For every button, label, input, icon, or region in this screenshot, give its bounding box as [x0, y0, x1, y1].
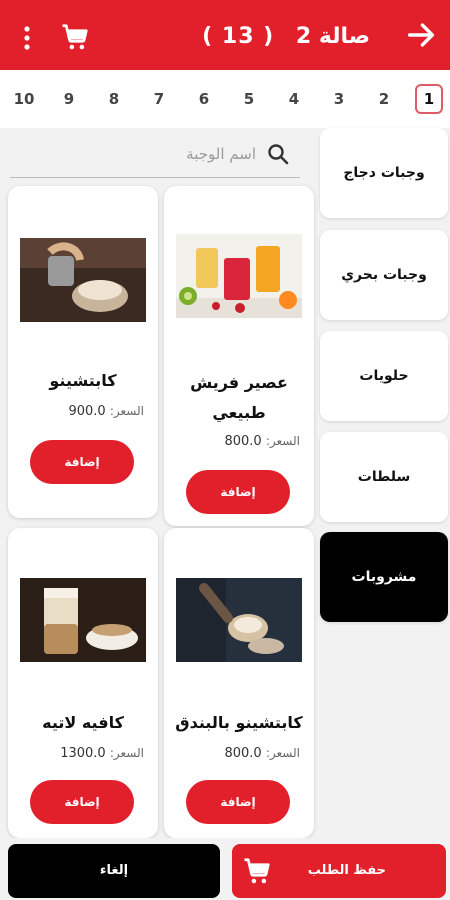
cancel-button[interactable]: إلغاء	[8, 844, 220, 898]
product-name: عصير فريش طبيعي	[190, 373, 288, 422]
product-price: السعر: 1300.0	[26, 746, 144, 761]
page-2[interactable]: 2	[370, 84, 398, 114]
page-7[interactable]: 7	[145, 84, 173, 114]
product-card[interactable]: عصير فريش طبيعي السعر: 800.0 إضافة	[164, 186, 314, 526]
arrow-right-icon[interactable]	[404, 18, 438, 52]
category-desserts[interactable]: حلويات	[320, 331, 448, 421]
product-name: كابتشينو	[49, 371, 117, 390]
page-1[interactable]: 1	[415, 84, 443, 114]
category-salads[interactable]: سلطات	[320, 432, 448, 522]
fresh-juice-image	[176, 234, 302, 318]
price-value: 800.0	[224, 746, 262, 761]
save-order-label: حفظ الطلب	[307, 863, 386, 878]
product-name: كافيه لاتيه	[42, 713, 124, 732]
price-label: السعر:	[265, 434, 300, 448]
price-label: السعر:	[109, 404, 144, 418]
price-value: 800.0	[224, 434, 262, 449]
price-label: السعر:	[265, 746, 300, 760]
price-label: السعر:	[109, 746, 144, 760]
cappuccino-image	[20, 238, 146, 322]
more-options-icon[interactable]	[16, 24, 38, 52]
page-10[interactable]: 10	[10, 84, 38, 114]
hall-name: صالة 2	[295, 24, 370, 49]
search-bar	[10, 132, 300, 178]
search-input[interactable]	[36, 138, 256, 170]
product-price: السعر: 800.0	[182, 434, 300, 449]
add-button[interactable]: إضافة	[30, 780, 134, 824]
order-count: ( 13 )	[202, 24, 275, 49]
product-price: السعر: 900.0	[26, 404, 144, 419]
hall-title: صالة 2 ( 13 )	[202, 22, 370, 52]
search-icon[interactable]	[266, 142, 290, 166]
save-order-button[interactable]: حفظ الطلب	[232, 844, 446, 898]
product-name: كابتشينو بالبندق	[175, 713, 303, 732]
page-5[interactable]: 5	[235, 84, 263, 114]
price-value: 1300.0	[60, 746, 106, 761]
product-price: السعر: 800.0	[182, 746, 300, 761]
bottom-bar: حفظ الطلب إلغاء	[0, 838, 450, 900]
page-6[interactable]: 6	[190, 84, 218, 114]
product-card[interactable]: كافيه لاتيه السعر: 1300.0 إضافة	[8, 528, 158, 838]
category-seafood-meals[interactable]: وجبات بحري	[320, 230, 448, 320]
page-4[interactable]: 4	[280, 84, 308, 114]
cart-icon	[244, 858, 270, 884]
cart-icon[interactable]	[60, 22, 90, 52]
price-value: 900.0	[68, 404, 106, 419]
page-selector: 1 2 3 4 5 6 7 8 9 10	[0, 70, 450, 128]
hazelnut-cappuccino-image	[176, 578, 302, 662]
add-button[interactable]: إضافة	[30, 440, 134, 484]
category-drinks[interactable]: مشروبات	[320, 532, 448, 622]
product-card[interactable]: كابتشينو بالبندق السعر: 800.0 إضافة	[164, 528, 314, 838]
app-header: صالة 2 ( 13 )	[0, 0, 450, 70]
product-card[interactable]: كابتشينو السعر: 900.0 إضافة	[8, 186, 158, 518]
caffe-latte-image	[20, 578, 146, 662]
category-chicken-meals[interactable]: وجبات دجاج	[320, 128, 448, 218]
page-9[interactable]: 9	[55, 84, 83, 114]
add-button[interactable]: إضافة	[186, 780, 290, 824]
page-8[interactable]: 8	[100, 84, 128, 114]
add-button[interactable]: إضافة	[186, 470, 290, 514]
page-3[interactable]: 3	[325, 84, 353, 114]
